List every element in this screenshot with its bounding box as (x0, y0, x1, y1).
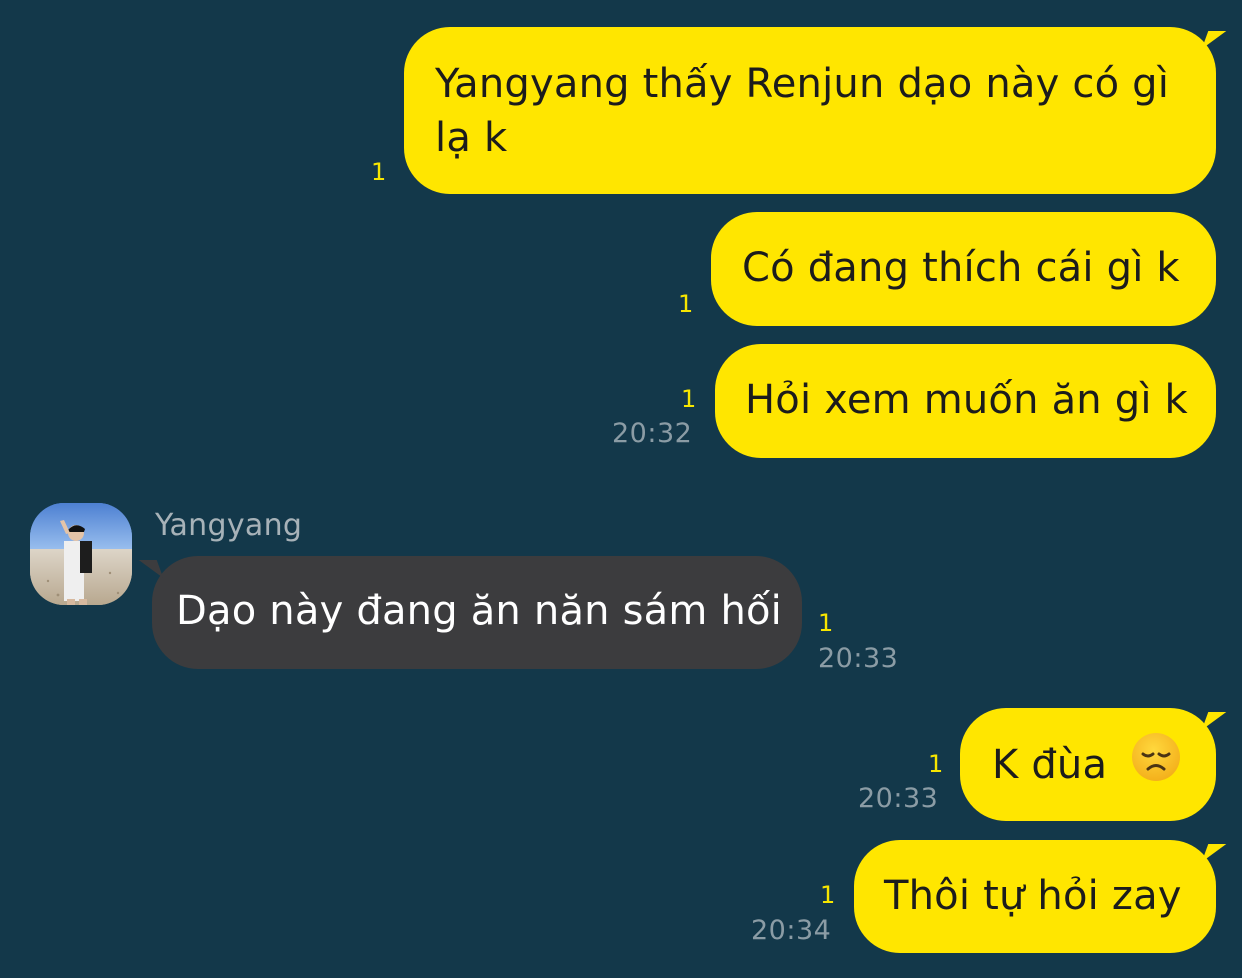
bubble-tail (138, 560, 164, 578)
message-bubble-incoming[interactable]: Dạo này đang ăn năn sám hối (152, 556, 802, 669)
bubble-tail (1201, 844, 1227, 862)
unread-count: 1 (928, 750, 944, 778)
message-bubble-outgoing[interactable]: Có đang thích cái gì k (711, 212, 1216, 326)
unread-count: 1 (820, 881, 836, 909)
message-text-line: Yangyang thấy Renjun dạo này có gì (435, 61, 1170, 107)
message-text: Dạo này đang ăn năn sám hối (176, 588, 782, 634)
message-text-line: lạ k (435, 115, 508, 161)
unread-count: 1 (818, 609, 834, 637)
message-timestamp: 20:34 (751, 915, 832, 946)
bubble-tail (1201, 712, 1227, 730)
bubble-tail (1201, 31, 1227, 49)
message-bubble-outgoing[interactable]: Hỏi xem muốn ăn gì k (715, 344, 1216, 458)
message-bubble-outgoing[interactable]: Yangyang thấy Renjun dạo này có gì lạ k (404, 27, 1216, 194)
message-timestamp: 20:32 (612, 418, 693, 449)
message-bubble-outgoing[interactable]: Thôi tự hỏi zay (854, 840, 1216, 953)
sender-name: Yangyang (155, 508, 303, 543)
disappointed-face-icon (1130, 731, 1182, 797)
message-text: Hỏi xem muốn ăn gì k (745, 377, 1188, 423)
avatar[interactable] (30, 503, 132, 605)
message-timestamp: 20:33 (818, 643, 899, 674)
message-text: Có đang thích cái gì k (742, 245, 1180, 291)
message-text: Thôi tự hỏi zay (884, 873, 1182, 919)
profile-photo (30, 503, 132, 605)
message-bubble-outgoing[interactable]: K đùa (960, 708, 1216, 821)
unread-count: 1 (681, 385, 697, 413)
unread-count: 1 (371, 158, 387, 186)
message-timestamp: 20:33 (858, 783, 939, 814)
message-text: K đùa (992, 742, 1108, 788)
unread-count: 1 (678, 290, 694, 318)
